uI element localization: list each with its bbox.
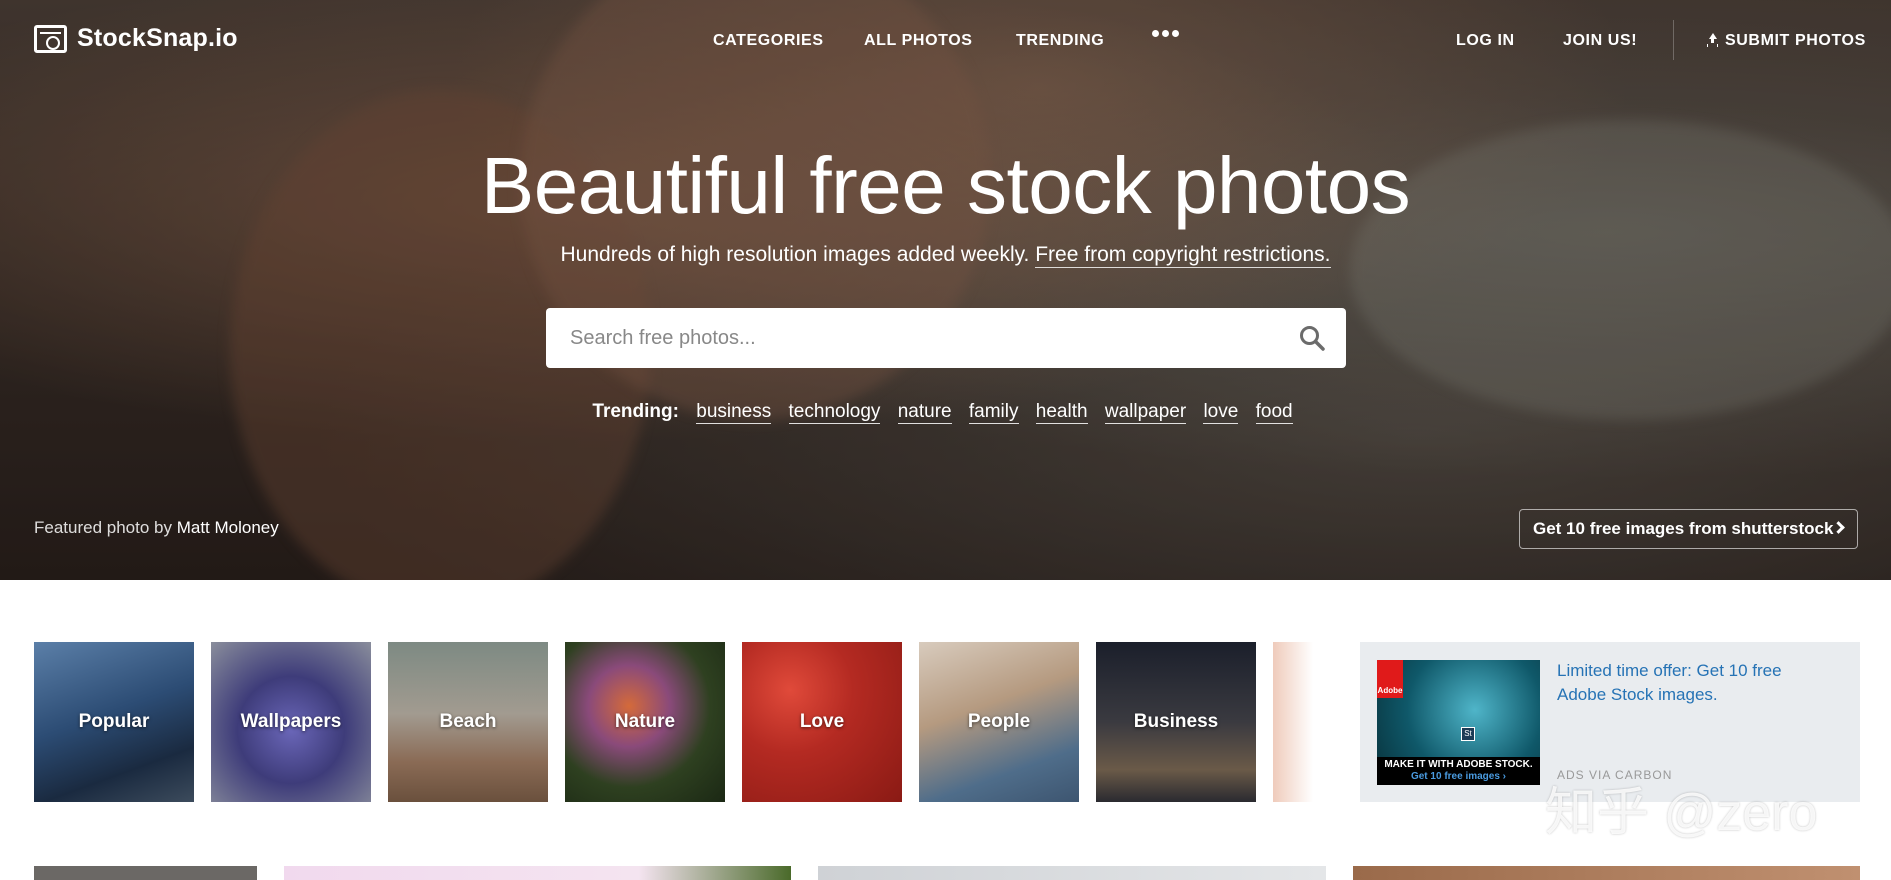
- shutterstock-button[interactable]: Get 10 free images from shutterstock: [1519, 509, 1858, 549]
- hero-headline: Beautiful free stock photos: [480, 141, 1411, 230]
- trending-tag[interactable]: wallpaper: [1104, 401, 1187, 424]
- trending-tag[interactable]: family: [968, 401, 1019, 424]
- trending-tags: Trending: business technology nature fam…: [0, 401, 1891, 424]
- category-label: Love: [799, 711, 845, 732]
- category-label: Business: [1133, 711, 1219, 732]
- category-label: People: [967, 711, 1031, 732]
- nav-submit-photos[interactable]: SUBMIT PHOTOS: [1706, 32, 1866, 50]
- photo-thumbnail[interactable]: [34, 866, 257, 880]
- category-tile-business[interactable]: Business: [1096, 642, 1256, 802]
- nav-all-photos[interactable]: ALL PHOTOS: [864, 32, 973, 50]
- camera-icon: [34, 24, 67, 53]
- hero-section: StockSnap.io CATEGORIES ALL PHOTOS TREND…: [0, 0, 1891, 580]
- photo-thumbnail[interactable]: [284, 866, 791, 880]
- watermark: 知乎 @zero: [1545, 784, 1818, 842]
- featured-author-link[interactable]: Matt Moloney: [177, 518, 279, 537]
- ad-image-caption-text: MAKE IT WITH ADOBE STOCK.: [1384, 759, 1533, 770]
- ad-text-link[interactable]: Limited time offer: Get 10 free Adobe St…: [1557, 659, 1827, 707]
- category-tile-wallpapers[interactable]: Wallpapers: [211, 642, 371, 802]
- search-input[interactable]: [570, 308, 1260, 368]
- category-carousel: Popular Wallpapers Beach Nature Love Peo…: [34, 642, 1324, 802]
- featured-credit: Featured photo by Matt Moloney: [34, 518, 279, 538]
- trending-tag[interactable]: food: [1255, 401, 1293, 424]
- featured-prefix: Featured photo by: [34, 518, 172, 537]
- adobe-logo-icon: Adobe: [1377, 660, 1403, 698]
- category-tile-love[interactable]: Love: [742, 642, 902, 802]
- search-icon[interactable]: [1299, 325, 1325, 351]
- carousel-fade-edge: [1273, 642, 1313, 802]
- category-tile-popular[interactable]: Popular: [34, 642, 194, 802]
- hero-overlay: [0, 0, 1891, 580]
- ad-image-cta: Get 10 free images ›: [1410, 771, 1507, 782]
- category-label: Wallpapers: [240, 711, 342, 732]
- hero-subline: Hundreds of high resolution images added…: [0, 243, 1891, 268]
- search-bar: [546, 308, 1346, 368]
- category-tile-beach[interactable]: Beach: [388, 642, 548, 802]
- top-nav: StockSnap.io CATEGORIES ALL PHOTOS TREND…: [0, 0, 1891, 82]
- nav-divider: [1673, 20, 1674, 60]
- nav-join[interactable]: JOIN US!: [1563, 32, 1637, 50]
- category-label: Beach: [439, 711, 497, 732]
- ad-image[interactable]: Adobe St MAKE IT WITH ADOBE STOCK. Get 1…: [1377, 660, 1540, 785]
- hero-subline-text: Hundreds of high resolution images added…: [560, 243, 1030, 266]
- logo-text: StockSnap.io: [77, 24, 238, 52]
- nav-login[interactable]: LOG IN: [1456, 32, 1515, 50]
- adobe-stock-badge-icon: St: [1461, 727, 1475, 741]
- photo-thumbnail[interactable]: [1353, 866, 1860, 880]
- nav-submit-label: SUBMIT PHOTOS: [1725, 32, 1866, 49]
- trending-tag[interactable]: love: [1203, 401, 1239, 424]
- site-logo[interactable]: StockSnap.io: [34, 24, 238, 53]
- category-label: Nature: [614, 711, 676, 732]
- trending-tag[interactable]: nature: [897, 401, 952, 424]
- photo-thumbnail[interactable]: [818, 866, 1326, 880]
- chevron-right-icon: [1832, 521, 1845, 534]
- category-tile-people[interactable]: People: [919, 642, 1079, 802]
- category-tile-nature[interactable]: Nature: [565, 642, 725, 802]
- trending-tag[interactable]: health: [1035, 401, 1088, 424]
- ad-image-caption: MAKE IT WITH ADOBE STOCK. Get 10 free im…: [1377, 757, 1540, 785]
- trending-tag[interactable]: business: [696, 401, 772, 424]
- category-label: Popular: [78, 711, 150, 732]
- more-menu-icon[interactable]: [1152, 30, 1179, 37]
- nav-trending[interactable]: TRENDING: [1016, 32, 1104, 50]
- trending-tag[interactable]: technology: [788, 401, 881, 424]
- nav-categories[interactable]: CATEGORIES: [713, 32, 824, 50]
- copyright-link[interactable]: Free from copyright restrictions.: [1035, 243, 1331, 268]
- trending-label: Trending:: [592, 401, 679, 422]
- shutterstock-button-label: Get 10 free images from shutterstock: [1533, 519, 1834, 538]
- upload-icon: [1706, 33, 1719, 46]
